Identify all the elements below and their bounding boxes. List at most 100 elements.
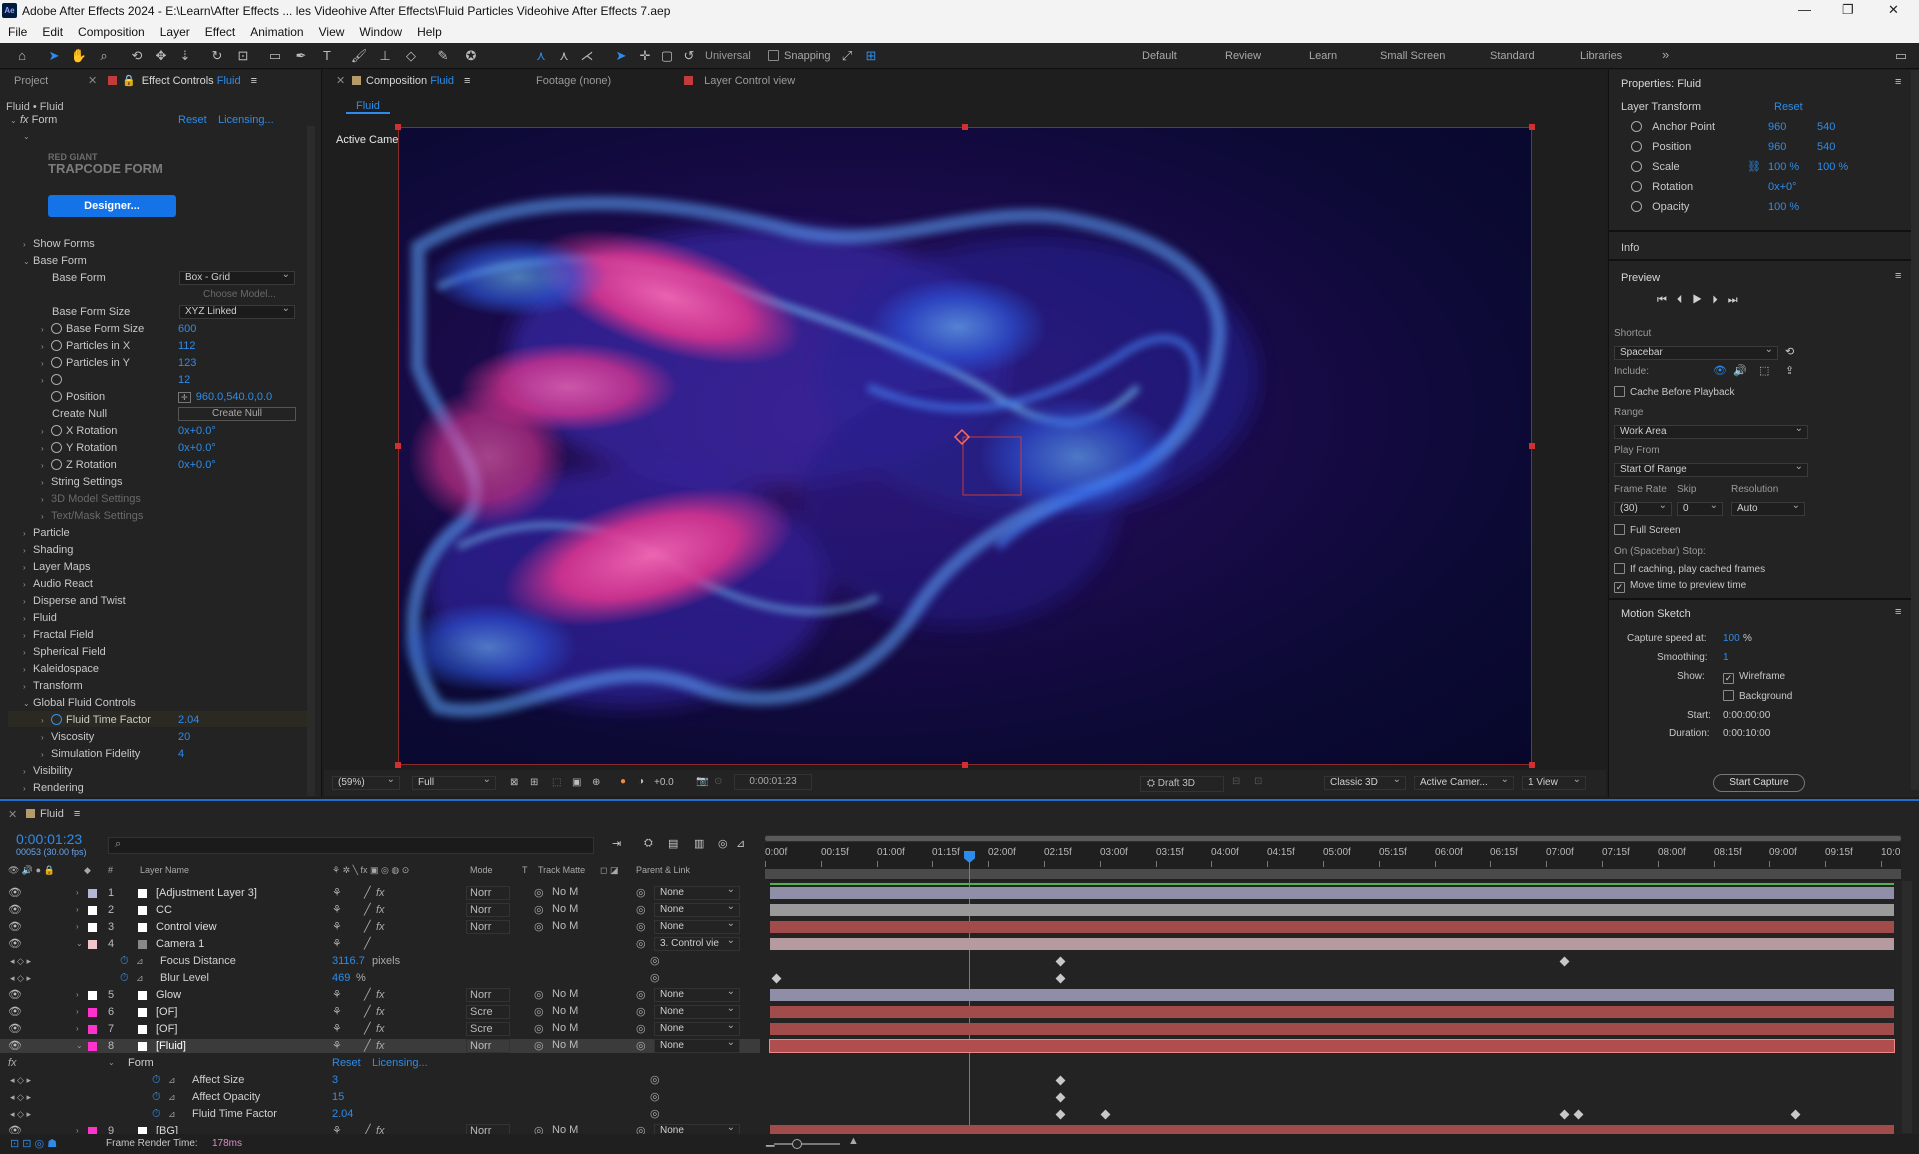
snapshot-camera-icon[interactable]: 📷 (696, 776, 708, 787)
quality-switch-icon[interactable]: ╱ (364, 1039, 371, 1053)
opacity-value[interactable]: 100 % (1768, 200, 1799, 214)
position-y-value[interactable]: 540 (1817, 140, 1835, 154)
group-audio-react[interactable]: › Audio React (23, 577, 93, 591)
label-color-swatch[interactable] (88, 1042, 97, 1051)
stopwatch-icon[interactable] (51, 323, 62, 334)
ec-scrollbar[interactable] (307, 126, 315, 796)
layer-duration-bar[interactable] (769, 1039, 1895, 1053)
snapping-toggle[interactable]: Snapping (768, 50, 831, 62)
minimize-button[interactable]: — (1798, 2, 1811, 17)
close-timeline-tab-icon[interactable]: ✕ (8, 808, 17, 821)
menu-help[interactable]: Help (409, 22, 449, 39)
eraser-tool-icon[interactable]: ◇ (402, 47, 420, 65)
keyframe[interactable] (771, 973, 782, 984)
include-overlays-icon[interactable]: ⬚ (1759, 364, 1769, 377)
stopwatch-icon[interactable] (51, 340, 62, 351)
dolly-tool-icon[interactable]: ⇣ (176, 47, 194, 65)
pan-tool-icon[interactable]: ✥ (152, 47, 170, 65)
close-comp-tab-icon[interactable]: ✕ (336, 70, 345, 92)
color-channels-icon[interactable]: ● (620, 776, 626, 787)
shy-switch-icon[interactable]: ⚘ (332, 937, 342, 951)
track-matte-dropdown[interactable]: No M (552, 920, 596, 934)
visibility-eye-icon[interactable]: 👁 (8, 903, 22, 917)
mode-dropdown[interactable]: Norr (466, 903, 510, 917)
group-visibility[interactable]: › Visibility (23, 764, 73, 778)
transparency-grid-icon[interactable]: ⊞ (530, 777, 538, 788)
track-matte-dropdown[interactable]: No M (552, 1005, 596, 1019)
keyframe-nav-icon[interactable]: ◂ ◇ ▸ (10, 1090, 31, 1104)
snap-grid-icon[interactable]: ⊞ (862, 47, 880, 65)
keyframe[interactable] (1055, 973, 1066, 984)
stopwatch-icon[interactable] (51, 459, 62, 470)
mode-dropdown[interactable]: Scre (466, 1005, 510, 1019)
track-matte-pickwhip-icon[interactable]: ◎ (534, 1005, 544, 1019)
cache-before-checkbox[interactable] (1614, 386, 1625, 397)
track-matte-dropdown[interactable]: No M (552, 988, 596, 1002)
keyframe[interactable] (1573, 1109, 1584, 1120)
col-layer-name[interactable]: Layer Name (140, 865, 189, 875)
base-form-size-value[interactable]: 600 (178, 322, 196, 336)
shy-switch-icon[interactable]: ⚘ (332, 988, 342, 1002)
composition-viewer[interactable] (398, 127, 1532, 765)
particles-x-value[interactable]: 112 (178, 339, 196, 353)
workspace-learn[interactable]: Learn (1309, 50, 1337, 62)
effect-reset-link[interactable]: Reset (178, 113, 207, 127)
keyframe[interactable] (1055, 1075, 1066, 1086)
table-row[interactable]: 👁 6 › [OF] ⚘ ╱ fx Scre ◎ No M ◎ None (0, 1003, 760, 1019)
mode-dropdown[interactable]: Norr (466, 1039, 510, 1053)
keyframe-nav-icon[interactable]: ◂ ◇ ▸ (10, 954, 31, 968)
fx-switch-icon[interactable]: fx (376, 920, 385, 934)
scale-gizmo-icon[interactable]: ▢ (658, 47, 676, 65)
quality-switch-icon[interactable]: ╱ (364, 920, 371, 934)
crosshair-icon[interactable]: ✛ (178, 392, 191, 403)
mask-visibility-icon[interactable]: ⬚ (552, 777, 561, 788)
position-value[interactable]: ✛ 960.0,540.0,0.0 (178, 390, 272, 404)
layer-duration-bar[interactable] (770, 989, 1894, 1001)
group-fractal-field[interactable]: › Fractal Field (23, 628, 94, 642)
range-dropdown[interactable]: Work Area (1614, 423, 1808, 439)
table-row[interactable]: ◂ ◇ ▸ ⏱ ⊿ Blur Level 469% ◎ (0, 971, 760, 985)
stopwatch-icon[interactable]: ⏱ (152, 1107, 161, 1121)
parent-dropdown[interactable]: None (654, 901, 740, 917)
menu-animation[interactable]: Animation (242, 22, 310, 39)
menu-effect[interactable]: Effect (197, 22, 242, 39)
parent-pickwhip-icon[interactable]: ◎ (636, 1022, 646, 1036)
full-screen-checkbox[interactable] (1614, 524, 1625, 535)
maximize-button[interactable]: ❐ (1842, 2, 1854, 18)
puppet-tool-icon[interactable]: ✪ (462, 47, 480, 65)
parent-pickwhip-icon[interactable]: ◎ (636, 886, 646, 900)
tab-effect-controls[interactable]: 🔒 Effect Controls Fluid ≡ (108, 70, 257, 92)
tab-composition[interactable]: Composition Fluid ≡ (352, 70, 470, 92)
visibility-eye-icon[interactable]: 👁 (8, 988, 22, 1002)
zoom-in-icon[interactable]: ▲ (848, 1135, 859, 1147)
stopwatch-icon[interactable] (1631, 161, 1642, 172)
stopwatch-icon[interactable] (51, 357, 62, 368)
stopwatch-icon[interactable] (51, 442, 62, 453)
mode-dropdown[interactable]: Scre (466, 1022, 510, 1036)
expand-chevron-icon[interactable]: ⌄ (76, 1039, 83, 1053)
stopwatch-icon[interactable] (1631, 141, 1642, 152)
first-frame-icon[interactable]: ⏮ (1657, 294, 1677, 306)
table-row[interactable]: 👁 8 ⌄ [Fluid] ⚘ ╱ fx Norr ◎ No M ◎ None (0, 1037, 760, 1053)
z-rotation-value[interactable]: 0x+0.0° (178, 458, 216, 472)
constrain-proportions-icon[interactable]: ⛓ (1747, 160, 1761, 174)
workspace-overflow-button[interactable]: » (1662, 47, 1669, 62)
track-matte-pickwhip-icon[interactable]: ◎ (534, 886, 544, 900)
snapping-checkbox[interactable] (768, 50, 779, 61)
rotation-value[interactable]: 0x+0° (1768, 180, 1797, 194)
group-transform[interactable]: › Transform (23, 679, 83, 693)
zoom-slider[interactable] (774, 1139, 840, 1149)
region-of-interest-icon[interactable]: ▣ (572, 777, 581, 788)
stopwatch-icon[interactable]: ⏱ (120, 954, 129, 968)
table-row[interactable]: 👁 3 › Control view ⚘ ╱ fx Norr ◎ No M ◎ None (0, 918, 760, 934)
time-navigator[interactable] (765, 835, 1901, 842)
time-navigator-bar[interactable] (765, 836, 1901, 841)
label-color-swatch[interactable] (88, 940, 97, 949)
rotate-gizmo-icon[interactable]: ↺ (680, 47, 698, 65)
parent-dropdown[interactable]: None (654, 918, 740, 934)
group-global-fluid-controls[interactable]: ⌄ Global Fluid Controls (23, 696, 136, 710)
reset-shortcut-icon[interactable]: ⟲ (1785, 345, 1794, 358)
particles-y-value[interactable]: 123 (178, 356, 196, 370)
visibility-eye-icon[interactable]: 👁 (8, 1005, 22, 1019)
reset-exposure-icon[interactable]: ◑ (638, 776, 644, 787)
